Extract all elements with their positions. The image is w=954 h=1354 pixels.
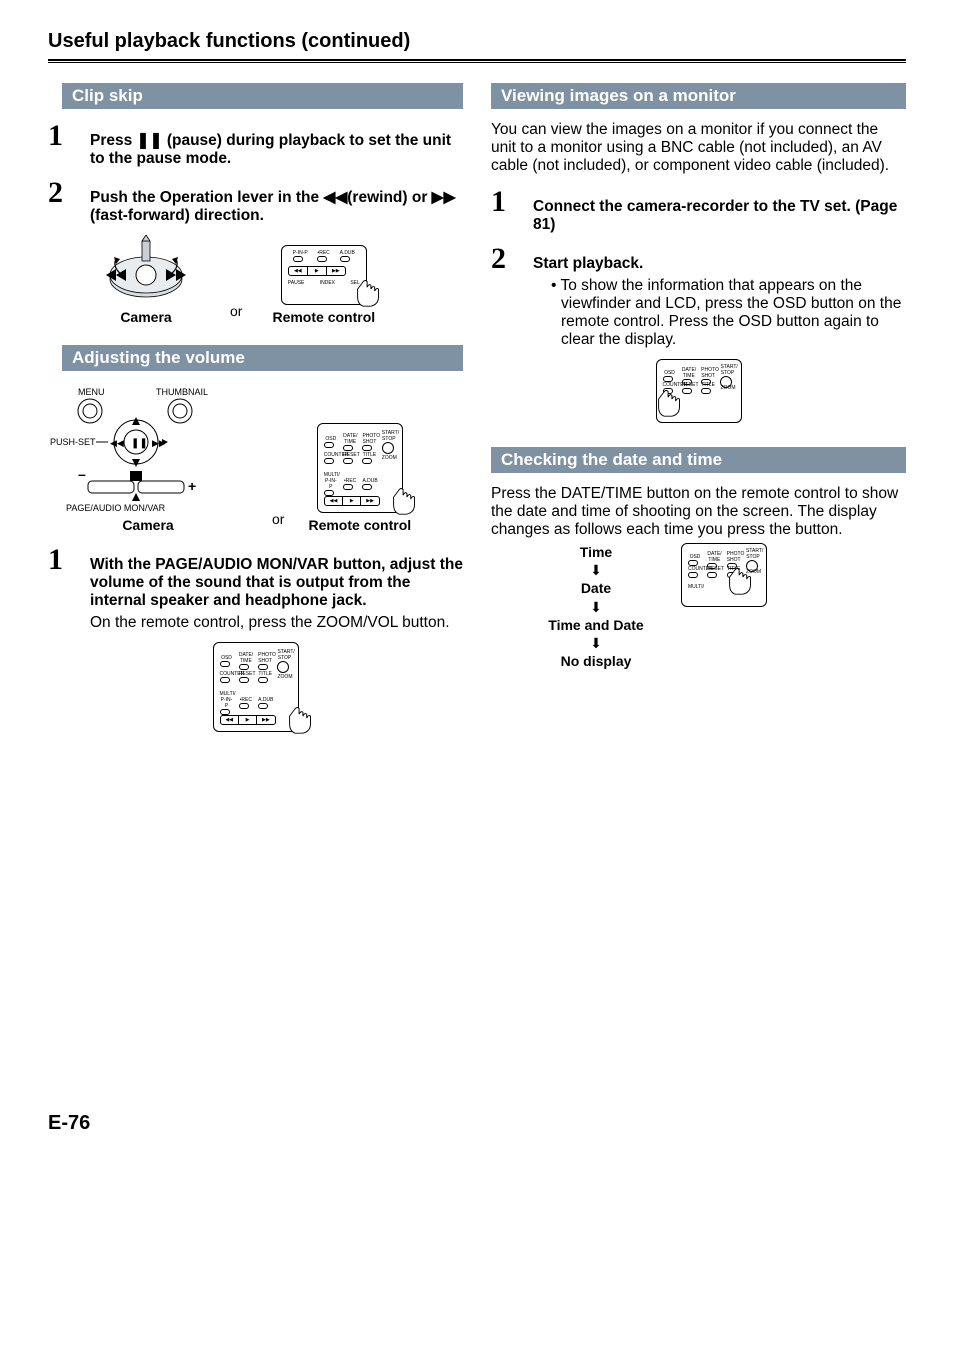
remote-figure-volume: OSD DATE/ TIME PHOTO SHOT START/ STOP CO… bbox=[317, 423, 403, 513]
page-title: Useful playback functions (continued) bbox=[48, 30, 906, 53]
camera-lever-figure bbox=[92, 235, 200, 305]
section-datetime: Checking the date and time bbox=[491, 447, 906, 473]
hand-icon bbox=[651, 382, 689, 420]
svg-text:THUMBNAIL: THUMBNAIL bbox=[156, 387, 208, 397]
clip-skip-figures: Camera or P-IN-P •REC A.DUB ◀◀▶▶▶ PAUSE … bbox=[92, 235, 463, 325]
svg-text:–: – bbox=[78, 466, 86, 482]
svg-text:PAGE/AUDIO MON/VAR: PAGE/AUDIO MON/VAR bbox=[66, 503, 166, 513]
camera-panel-figure: MENU THUMBNAIL PUSH-SET ❚❚ ◀◀ bbox=[48, 383, 248, 513]
title-rule bbox=[48, 59, 906, 63]
down-arrow-icon: ⬇ bbox=[531, 561, 661, 579]
viewing-step-1: 1 Connect the camera-recorder to the TV … bbox=[491, 187, 906, 234]
section-volume: Adjusting the volume bbox=[62, 345, 463, 371]
hand-icon bbox=[282, 699, 320, 737]
svg-text:PUSH-SET: PUSH-SET bbox=[50, 437, 96, 447]
svg-text:❚❚: ❚❚ bbox=[131, 438, 148, 449]
svg-text:+: + bbox=[188, 478, 196, 494]
section-clip-skip: Clip skip bbox=[62, 83, 463, 109]
down-arrow-icon: ⬇ bbox=[531, 634, 661, 652]
menu-label: MENU bbox=[78, 387, 105, 397]
ff-icon: ▶▶ bbox=[432, 189, 456, 206]
datetime-sequence-row: Time ⬇ Date ⬇ Time and Date ⬇ No display… bbox=[531, 543, 906, 670]
pause-icon: ❚❚ bbox=[137, 132, 163, 149]
viewing-step-2: 2 Start playback. • To show the informat… bbox=[491, 244, 906, 349]
hand-icon bbox=[350, 272, 388, 310]
remote-figure-volume-2: OSD DATE/ TIME PHOTO SHOT START/ STOP CO… bbox=[213, 642, 299, 732]
page-number: E-76 bbox=[48, 1112, 906, 1135]
viewing-intro: You can view the images on a monitor if … bbox=[491, 121, 906, 175]
down-arrow-icon: ⬇ bbox=[531, 598, 661, 616]
remote-figure-viewing: OSD DATE/ TIME PHOTO SHOT START/ STOP CO… bbox=[656, 359, 742, 423]
hand-icon bbox=[386, 480, 424, 518]
rewind-icon: ◀◀ bbox=[323, 189, 347, 206]
clip-step-2: 2 Push the Operation lever in the ◀◀(rew… bbox=[48, 178, 463, 225]
remote-figure-clip: P-IN-P •REC A.DUB ◀◀▶▶▶ PAUSE INDEX SEL bbox=[281, 245, 367, 305]
section-viewing: Viewing images on a monitor bbox=[491, 83, 906, 109]
datetime-intro: Press the DATE/TIME button on the remote… bbox=[491, 485, 906, 539]
svg-text:◀◀: ◀◀ bbox=[110, 438, 124, 448]
clip-step-1: 1 Press ❚❚ (pause) during playback to se… bbox=[48, 121, 463, 168]
hand-icon bbox=[722, 560, 760, 598]
remote-figure-datetime: OSD DATE/ TIME PHOTO SHOT START/ STOP CO… bbox=[681, 543, 767, 607]
volume-step-1: 1 With the PAGE/AUDIO MON/VAR button, ad… bbox=[48, 545, 463, 632]
